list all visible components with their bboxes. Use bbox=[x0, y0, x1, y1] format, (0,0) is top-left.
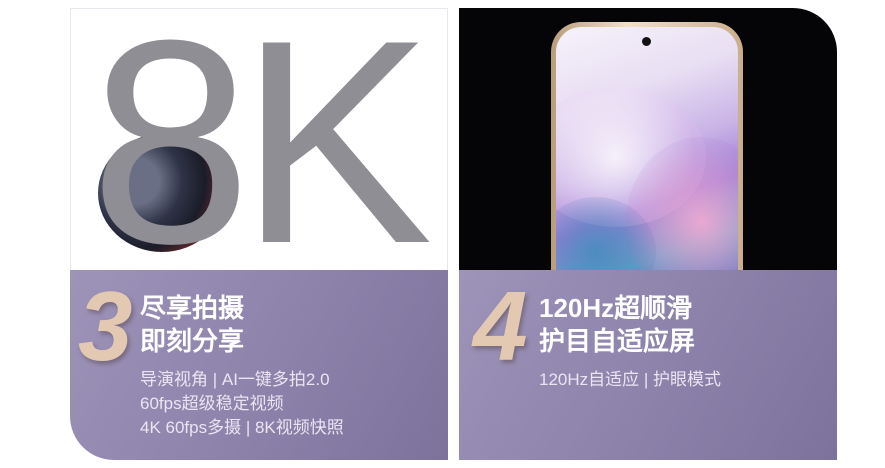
headline-line-1: 尽享拍摄 bbox=[140, 293, 245, 323]
feature-item: 60fps超级稳定视频 bbox=[140, 394, 284, 413]
headline-line-2: 即刻分享 bbox=[140, 326, 245, 356]
headline-line-2: 护目自适应屏 bbox=[539, 326, 696, 356]
hero-8k-text: 8K bbox=[90, 8, 433, 304]
feature-card-display: 4 120Hz超顺滑 护目自适应屏 120Hz自适应 | 护眼模式 bbox=[459, 8, 837, 460]
feature-panel-camera: 3 尽享拍摄 即刻分享 导演视角 | AI一键多拍2.0 60fps超级稳定视频… bbox=[70, 270, 448, 460]
front-camera-icon bbox=[642, 37, 651, 46]
hero-8k-graphic: 8K bbox=[70, 8, 448, 304]
feature-headline: 尽享拍摄 即刻分享 bbox=[140, 292, 244, 358]
feature-panel-display: 4 120Hz超顺滑 护目自适应屏 120Hz自适应 | 护眼模式 bbox=[459, 270, 837, 460]
feature-item: 4K 60fps多摄 | 8K视频快照 bbox=[140, 418, 344, 437]
feature-list: 导演视角 | AI一键多拍2.0 60fps超级稳定视频 4K 60fps多摄 … bbox=[140, 368, 344, 440]
feature-headline: 120Hz超顺滑 护目自适应屏 bbox=[539, 292, 695, 358]
feature-list: 120Hz自适应 | 护眼模式 bbox=[539, 368, 721, 392]
feature-item: 导演视角 | AI一键多拍2.0 bbox=[140, 370, 330, 389]
phone-image bbox=[459, 8, 837, 322]
feature-card-camera: 8K 3 尽享拍摄 即刻分享 导演视角 | AI一键多拍2.0 60fps超级稳… bbox=[70, 8, 448, 460]
feature-number: 4 bbox=[473, 271, 528, 381]
feature-number: 3 bbox=[78, 271, 133, 381]
headline-line-1: 120Hz超顺滑 bbox=[539, 293, 693, 323]
feature-item: 120Hz自适应 | 护眼模式 bbox=[539, 370, 722, 389]
